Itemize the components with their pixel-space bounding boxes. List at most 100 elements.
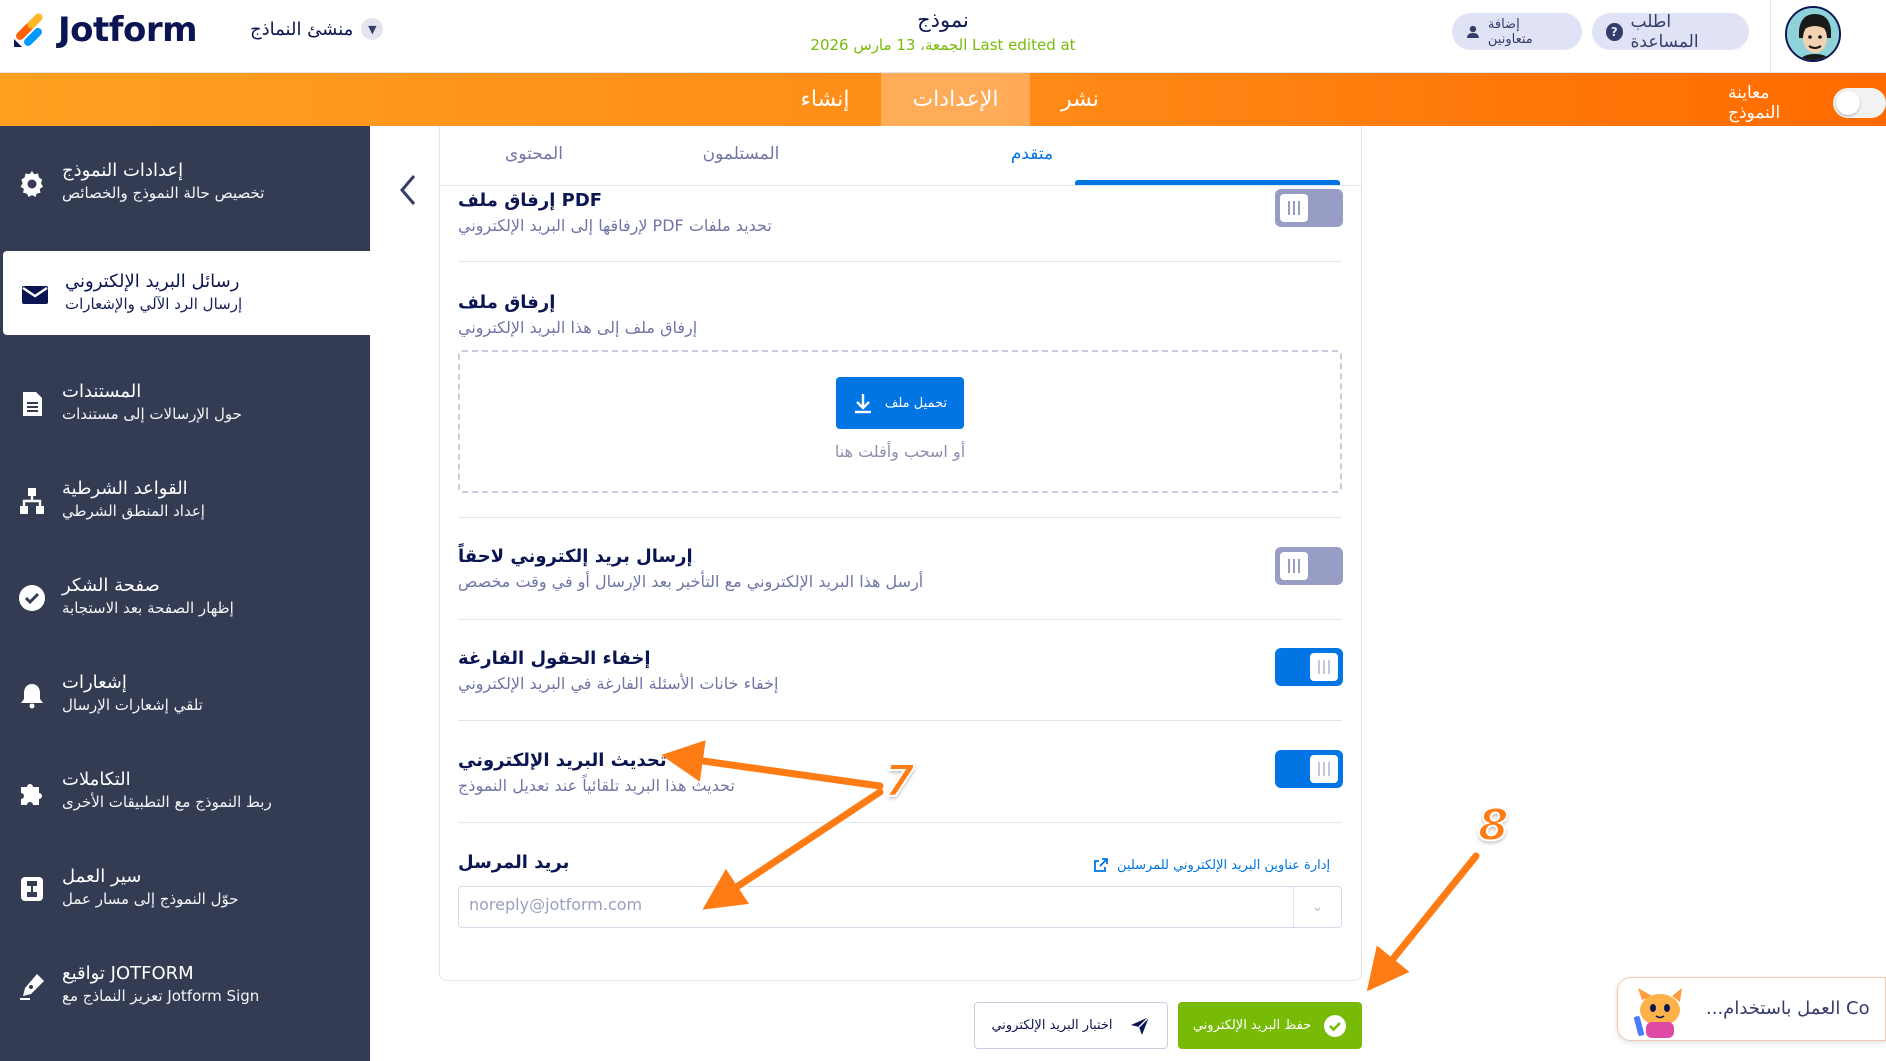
- sender-email-input[interactable]: [469, 895, 1249, 914]
- download-icon: [854, 394, 871, 414]
- divider: [458, 619, 1342, 620]
- setting-attach-file: إرفاق ملف إرفاق ملف إلى هذا البريد الإلك…: [458, 292, 1342, 342]
- sidebar-item-thankyou[interactable]: صفحة الشكر إظهار الصفحة بعد الاستجابة: [0, 555, 370, 639]
- setting-attach-pdf: إرفاق ملف PDF لإرفاقها إلى البريد الإلكت…: [458, 190, 1342, 260]
- sidebar-item-desc: تعزيز النماذج مع Jotform Sign: [62, 987, 260, 1005]
- bell-icon: [21, 684, 43, 709]
- save-email-button[interactable]: حفظ البريد الإلكتروني: [1178, 1002, 1362, 1049]
- test-email-button[interactable]: اختبار البريد الإلكتروني: [974, 1002, 1168, 1049]
- avatar-image: [1787, 8, 1839, 60]
- annotation-arrow: [1366, 852, 1480, 992]
- avatar[interactable]: [1785, 6, 1841, 62]
- sidebar-item-title: التكاملات: [62, 769, 131, 790]
- upload-file-button[interactable]: تحميل ملف: [836, 377, 964, 429]
- sidebar-item-form-settings[interactable]: إعدادات النموذج تخصيص حالة النموذج والخص…: [0, 140, 370, 224]
- pen-icon: [20, 974, 44, 1000]
- chevron-down-icon[interactable]: ⌄: [1293, 887, 1341, 927]
- sidebar-item-title: تواقيع JOTFORM: [62, 963, 194, 984]
- preview-switch[interactable]: [1832, 88, 1886, 118]
- tab-publish[interactable]: نشر: [1030, 73, 1130, 126]
- mascot-icon: [1633, 988, 1682, 1038]
- tab-advanced[interactable]: متقدم: [932, 144, 1132, 164]
- setting-title: إرفاق ملف PDF: [458, 190, 603, 211]
- sidebar-item-sign[interactable]: تواقيع JOTFORM تعزيز النماذج مع Jotform …: [0, 943, 370, 1027]
- tab-recipients[interactable]: المستلمون: [641, 144, 841, 164]
- collapse-sidebar-chevron-icon[interactable]: [396, 172, 420, 208]
- step-number-7: 7: [883, 755, 916, 808]
- setting-hide-empty: إخفاء الحقول الفارغة إخفاء خانات الأسئلة…: [458, 648, 1342, 698]
- divider: [458, 822, 1342, 823]
- sender-email-title: بريد المرسل: [458, 852, 570, 873]
- upload-file-label: تحميل ملف: [884, 395, 948, 411]
- sidebar-item-notifications[interactable]: إشعارات تلقي إشعارات الإرسال: [0, 652, 370, 736]
- sidebar-item-title: القواعد الشرطية: [62, 478, 188, 499]
- ai-assistant-chip[interactable]: ...العمل باستخدام Co: [1617, 977, 1886, 1041]
- sidebar-item-documents[interactable]: المستندات حول الإرسالات إلى مستندات: [0, 361, 370, 445]
- get-help-label: اطلب المساعدة: [1630, 11, 1699, 52]
- tab-content[interactable]: المحتوى: [399, 144, 669, 164]
- settings-sidebar: إعدادات النموذج تخصيص حالة النموذج والخص…: [0, 126, 370, 1061]
- external-link-icon: [1094, 858, 1108, 872]
- hide-empty-toggle[interactable]: [1275, 648, 1343, 686]
- update-email-toggle[interactable]: [1275, 750, 1343, 788]
- account-area: [1770, 0, 1886, 73]
- workflow-icon: [21, 877, 43, 901]
- sidebar-item-desc: تخصيص حالة النموذج والخصائص: [62, 184, 265, 202]
- setting-send-later: إرسال بريد إلكتروني لاحقاً أرسل هذا البر…: [458, 546, 1342, 596]
- setting-title: تحديث البريد الإلكتروني: [458, 750, 667, 771]
- sidebar-item-desc: ربط النموذج مع التطبيقات الأخرى: [62, 793, 272, 811]
- step-number-8: 8: [1477, 799, 1510, 852]
- tab-settings[interactable]: الإعدادات: [881, 73, 1030, 126]
- setting-title: إرفاق ملف: [458, 292, 556, 313]
- manage-link-label: إدارة عناوين البريد الإلكتروني للمرسلين: [1117, 857, 1331, 873]
- sidebar-item-title: المستندات: [62, 381, 142, 402]
- setting-desc: أرسل هذا البريد الإلكتروني مع التأخير بع…: [458, 572, 924, 591]
- hierarchy-icon: [20, 488, 44, 514]
- sidebar-item-desc: إظهار الصفحة بعد الاستجابة: [62, 599, 234, 617]
- check-circle-icon: [19, 585, 45, 611]
- manage-sender-addresses-link[interactable]: إدارة عناوين البريد الإلكتروني للمرسلين: [1093, 857, 1330, 873]
- sidebar-item-title: إشعارات: [62, 672, 127, 693]
- form-preview-toggle[interactable]: معاينة النموذج: [1728, 83, 1886, 123]
- sidebar-item-title: سير العمل: [62, 866, 142, 887]
- save-email-label: حفظ البريد الإلكتروني: [1192, 1018, 1312, 1033]
- preview-label: معاينة النموذج: [1728, 83, 1781, 123]
- setting-title: إخفاء الحقول الفارغة: [458, 648, 651, 669]
- setting-desc: إرفاق ملف إلى هذا البريد الإلكتروني: [458, 318, 698, 337]
- paper-plane-icon: [1130, 1015, 1150, 1035]
- divider: [458, 720, 1342, 721]
- divider: [458, 261, 1342, 262]
- add-collaborators-label: إضافة متعاونين: [1487, 16, 1533, 47]
- attach-pdf-toggle[interactable]: [1275, 189, 1343, 227]
- tab-create[interactable]: إنشاء: [780, 73, 870, 126]
- sidebar-item-title: صفحة الشكر: [62, 575, 160, 596]
- sidebar-item-title: رسائل البريد الإلكتروني: [65, 271, 240, 292]
- top-header: Jotform منشئ النماذج ▼ نموذج الجمعة، 13 …: [0, 0, 1886, 73]
- setting-title: إرسال بريد إلكتروني لاحقاً: [458, 546, 693, 567]
- sidebar-item-desc: حوّل النموذج إلى مسار عمل: [62, 890, 239, 908]
- sidebar-item-workflow[interactable]: سير العمل حوّل النموذج إلى مسار عمل: [0, 846, 370, 930]
- question-icon: ?: [1606, 22, 1623, 41]
- sidebar-item-desc: تلقي إشعارات الإرسال: [62, 696, 203, 714]
- sidebar-item-conditions[interactable]: القواعد الشرطية إعداد المنطق الشرطي: [0, 458, 370, 542]
- sidebar-item-emails[interactable]: رسائل البريد الإلكتروني إرسال الرد الآلي…: [3, 251, 370, 335]
- setting-desc: إخفاء خانات الأسئلة الفارغة في البريد ال…: [458, 674, 779, 693]
- drop-hint: أو اسحب وأفلت هنا: [834, 442, 966, 461]
- gear-icon: [20, 171, 43, 197]
- send-later-toggle[interactable]: [1275, 547, 1343, 585]
- divider: [458, 517, 1342, 518]
- document-icon: [23, 392, 42, 416]
- get-help-button[interactable]: ? اطلب المساعدة: [1592, 11, 1749, 52]
- sidebar-item-desc: إرسال الرد الآلي والإشعارات: [65, 295, 243, 313]
- check-circle-icon: [1324, 1014, 1347, 1037]
- test-email-label: اختبار البريد الإلكتروني: [991, 1018, 1113, 1033]
- sidebar-item-integrations[interactable]: التكاملات ربط النموذج مع التطبيقات الأخر…: [0, 749, 370, 833]
- builder-navbar: إنشاء الإعدادات نشر معاينة النموذج: [0, 73, 1886, 126]
- sidebar-item-desc: إعداد المنطق الشرطي: [62, 502, 205, 520]
- sidebar-item-title: إعدادات النموذج: [62, 160, 184, 181]
- puzzle-icon: [21, 784, 42, 805]
- envelope-icon: [22, 286, 48, 304]
- add-collaborators-button[interactable]: إضافة متعاونين: [1452, 13, 1582, 50]
- sender-email-select[interactable]: ⌄: [458, 886, 1342, 928]
- setting-desc: لإرفاقها إلى البريد الإلكتروني PDF تحديد…: [458, 216, 772, 235]
